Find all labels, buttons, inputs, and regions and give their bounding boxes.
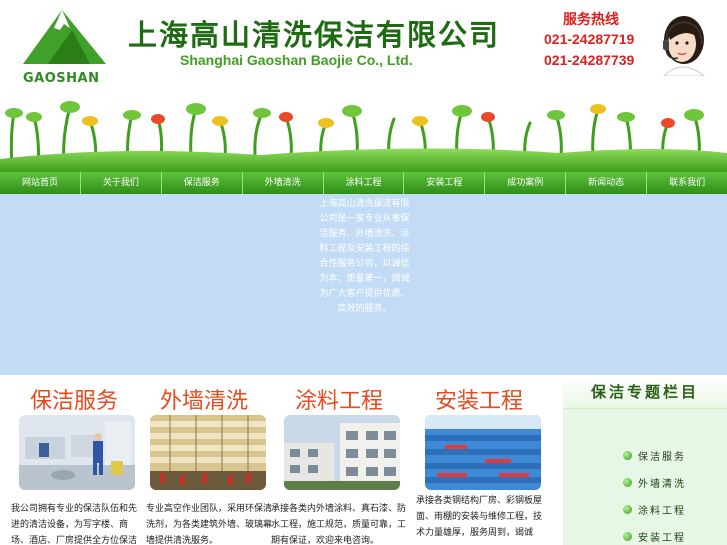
sidebar-item-label: 安装工程	[638, 533, 686, 544]
intro-text: 上海高山清洗保洁有限公司是一家专业从事保洁服务、外墙清洗、涂料工程及安装工程的综…	[319, 199, 410, 314]
nav-item-cases[interactable]: 成功案例	[485, 172, 567, 194]
service-title-coating[interactable]: 涂料工程	[295, 383, 383, 415]
green-dot-icon	[623, 505, 632, 514]
nav-item-about[interactable]: 关于我们	[81, 172, 162, 194]
service-image-installation[interactable]	[425, 415, 541, 490]
sidebar-item-wall-washing[interactable]: 外墙清洗	[623, 469, 686, 496]
service-title-wall-washing[interactable]: 外墙清洗	[160, 383, 248, 415]
service-image-cleaning[interactable]	[19, 415, 135, 490]
phone-number-2: 021-24287739	[544, 52, 635, 68]
nav-item-coating[interactable]: 涂料工程	[324, 172, 405, 194]
services-section: 保洁服务 外墙清洗 涂料工程 安装工程 我公司拥有专业的保洁队伍和先进的清洁设备…	[0, 375, 563, 545]
nav-item-installation[interactable]: 安装工程	[404, 172, 486, 194]
service-title-installation[interactable]: 安装工程	[435, 383, 523, 415]
sidebar-item-label: 保洁服务	[638, 452, 686, 463]
mountain-logo-icon	[23, 10, 106, 64]
sidebar-item-label: 涂料工程	[638, 506, 686, 517]
sidebar-list: 保洁服务 外墙清洗 涂料工程 安装工程	[623, 442, 686, 545]
service-image-coating[interactable]	[284, 415, 400, 490]
grass-banner	[0, 95, 727, 172]
service-title-cleaning[interactable]: 保洁服务	[30, 383, 118, 415]
sidebar-item-cleaning[interactable]: 保洁服务	[623, 442, 686, 469]
building-facade-photo-icon	[150, 415, 266, 490]
service-desc-coating: 承接各类内外墙涂料、真石漆、防水工程，施工规范，质量可靠，工期有保证，欢迎来电咨…	[271, 504, 407, 545]
customer-service-operator-icon	[663, 16, 705, 76]
hotline-label: 服务热线	[563, 12, 619, 28]
apartment-building-photo-icon	[284, 415, 400, 490]
topic-sidebar: 保洁专题栏目 保洁服务 外墙清洗 涂料工程 安装工程	[563, 375, 727, 545]
company-name-cn: 上海高山清洗保洁有限公司	[128, 18, 501, 52]
sidebar-header: 保洁专题栏目	[563, 375, 727, 409]
office-cleaning-photo-icon	[19, 415, 135, 490]
steel-roof-photo-icon	[425, 415, 541, 490]
green-dot-icon	[623, 451, 632, 460]
logo[interactable]: GAOSHAN	[20, 8, 110, 86]
nav-item-contact[interactable]: 联系我们	[647, 172, 727, 194]
logo-text: GAOSHAN	[23, 71, 100, 86]
site-header: GAOSHAN 上海高山清洗保洁有限公司 Shanghai Gaoshan Ba…	[0, 0, 727, 95]
nav-item-wall-washing[interactable]: 外墙清洗	[243, 172, 324, 194]
sidebar-item-label: 外墙清洗	[638, 479, 686, 490]
green-dot-icon	[623, 478, 632, 487]
sidebar-title: 保洁专题栏目	[591, 383, 700, 401]
service-desc-wall-washing: 专业高空作业团队，采用环保清洗剂，为各类建筑外墙、玻璃幕墙提供清洗服务。	[146, 504, 273, 545]
service-image-wall-washing[interactable]	[150, 415, 266, 490]
company-name-en: Shanghai Gaoshan Baojie Co., Ltd.	[180, 52, 413, 68]
sidebar-item-installation[interactable]: 安装工程	[623, 523, 686, 545]
intro-panel: 上海高山清洗保洁有限公司是一家专业从事保洁服务、外墙清洗、涂料工程及安装工程的综…	[0, 194, 727, 375]
nav-item-cleaning[interactable]: 保洁服务	[162, 172, 243, 194]
sidebar-item-coating[interactable]: 涂料工程	[623, 496, 686, 523]
nav-item-news[interactable]: 新闻动态	[566, 172, 648, 194]
sprouts-illustration-icon	[0, 101, 727, 172]
phone-number-1: 021-24287719	[544, 31, 635, 47]
service-desc-cleaning: 我公司拥有专业的保洁队伍和先进的清洁设备，为写字楼、商场、酒店、厂房提供全方位保…	[11, 504, 138, 545]
service-desc-installation: 承接各类钢结构厂房、彩钢板屋面、雨棚的安装与维修工程，技术力量雄厚，服务周到，竭…	[416, 496, 543, 538]
nav-item-home[interactable]: 网站首页	[0, 172, 81, 194]
main-nav: 网站首页 关于我们 保洁服务 外墙清洗 涂料工程 安装工程 成功案例 新闻动态 …	[0, 172, 727, 194]
green-dot-icon	[623, 532, 632, 541]
